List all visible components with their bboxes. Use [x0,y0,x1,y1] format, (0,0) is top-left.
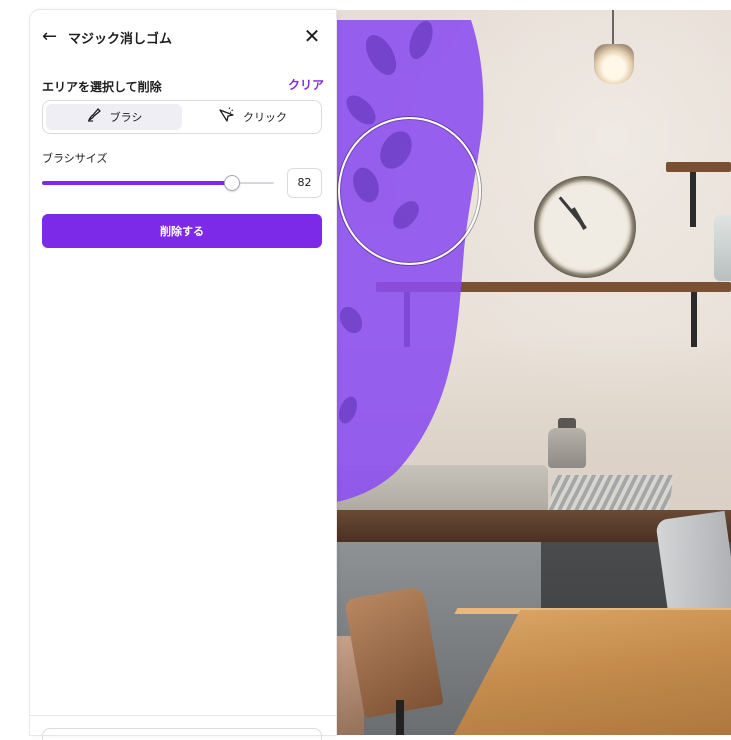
mode-click-button[interactable]: クリック [184,104,320,130]
brush-size-slider[interactable] [42,172,274,194]
mode-toggle: ブラシ クリック [42,100,322,134]
select-area-row: エリアを選択して削除 クリア [42,76,324,96]
mode-brush-button[interactable]: ブラシ [46,104,182,130]
panel-footer-control [42,728,322,740]
brush-size-cursor [338,117,481,265]
mode-click-label: クリック [243,111,287,124]
brush-icon [86,107,102,127]
panel-footer-divider [30,715,336,716]
brush-size-value[interactable]: 82 [287,168,322,198]
slider-fill [42,181,232,185]
magic-eraser-panel: ← マジック消しゴム ✕ エリアを選択して削除 クリア ブラシ クリック ブラシ… [30,10,336,740]
panel-title: マジック消しゴム [68,32,173,47]
back-arrow-icon[interactable]: ← [42,26,64,48]
erase-button[interactable]: 削除する [42,214,322,248]
close-icon[interactable]: ✕ [300,24,324,48]
brush-size-label: ブラシサイズ [42,152,108,165]
slider-thumb[interactable] [224,175,240,191]
click-cursor-icon [217,107,235,127]
top-background-strip [0,0,731,8]
clear-button[interactable]: クリア [288,76,324,93]
select-area-label: エリアを選択して削除 [42,80,162,94]
panel-header: ← マジック消しゴム ✕ [30,24,336,52]
mode-brush-label: ブラシ [109,111,143,124]
left-background-strip [0,0,30,735]
